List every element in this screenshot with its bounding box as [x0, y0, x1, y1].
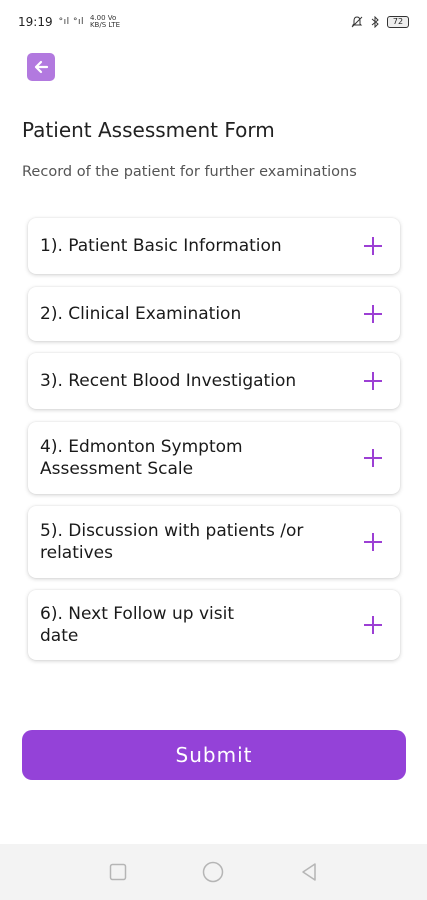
back-button[interactable] — [27, 53, 55, 81]
home-button[interactable] — [201, 860, 225, 884]
arrow-left-icon — [33, 59, 49, 75]
page-subtitle: Record of the patient for further examin… — [22, 164, 357, 180]
section-patient-basic-information[interactable]: 1). Patient Basic Information — [28, 218, 400, 274]
page-title: Patient Assessment Form — [22, 118, 275, 142]
square-icon — [109, 863, 127, 881]
section-label: 4). Edmonton Symptom Assessment Scale — [40, 437, 243, 479]
section-label: 2). Clinical Examination — [40, 304, 242, 324]
plus-icon[interactable] — [364, 449, 382, 467]
status-bar: 19:19 °ıl °ıl 4.00 Vo KB/S LTE 72 — [0, 0, 427, 44]
section-label: 6). Next Follow up visit date — [40, 604, 234, 646]
status-time: 19:19 — [18, 15, 53, 29]
section-label: 1). Patient Basic Information — [40, 236, 282, 256]
back-nav-button[interactable] — [297, 860, 321, 884]
network-speed: 4.00 Vo KB/S LTE — [89, 14, 121, 29]
section-edmonton-symptom-assessment-scale[interactable]: 4). Edmonton Symptom Assessment Scale — [28, 422, 400, 494]
plus-icon[interactable] — [364, 616, 382, 634]
bluetooth-icon — [369, 15, 381, 29]
status-left: 19:19 °ıl °ıl 4.00 Vo KB/S LTE — [18, 14, 121, 30]
section-recent-blood-investigation[interactable]: 3). Recent Blood Investigation — [28, 353, 400, 409]
section-discussion-with-patients[interactable]: 5). Discussion with patients /or relativ… — [28, 506, 400, 578]
triangle-back-icon — [300, 862, 318, 882]
section-clinical-examination[interactable]: 2). Clinical Examination — [28, 287, 400, 341]
section-next-follow-up-visit-date[interactable]: 6). Next Follow up visit date — [28, 590, 400, 660]
system-nav-bar — [0, 844, 427, 900]
notification-off-icon — [351, 16, 363, 28]
status-right: 72 — [351, 15, 409, 29]
section-label: 5). Discussion with patients /or relativ… — [40, 521, 304, 563]
plus-icon[interactable] — [364, 372, 382, 390]
plus-icon[interactable] — [364, 533, 382, 551]
signal-indicator: °ıl °ıl — [58, 17, 84, 27]
plus-icon[interactable] — [364, 237, 382, 255]
section-label: 3). Recent Blood Investigation — [40, 371, 297, 391]
battery-indicator: 72 — [387, 16, 409, 28]
circle-icon — [202, 861, 224, 883]
recents-button[interactable] — [106, 860, 130, 884]
submit-button[interactable]: Submit — [22, 730, 406, 780]
plus-icon[interactable] — [364, 305, 382, 323]
